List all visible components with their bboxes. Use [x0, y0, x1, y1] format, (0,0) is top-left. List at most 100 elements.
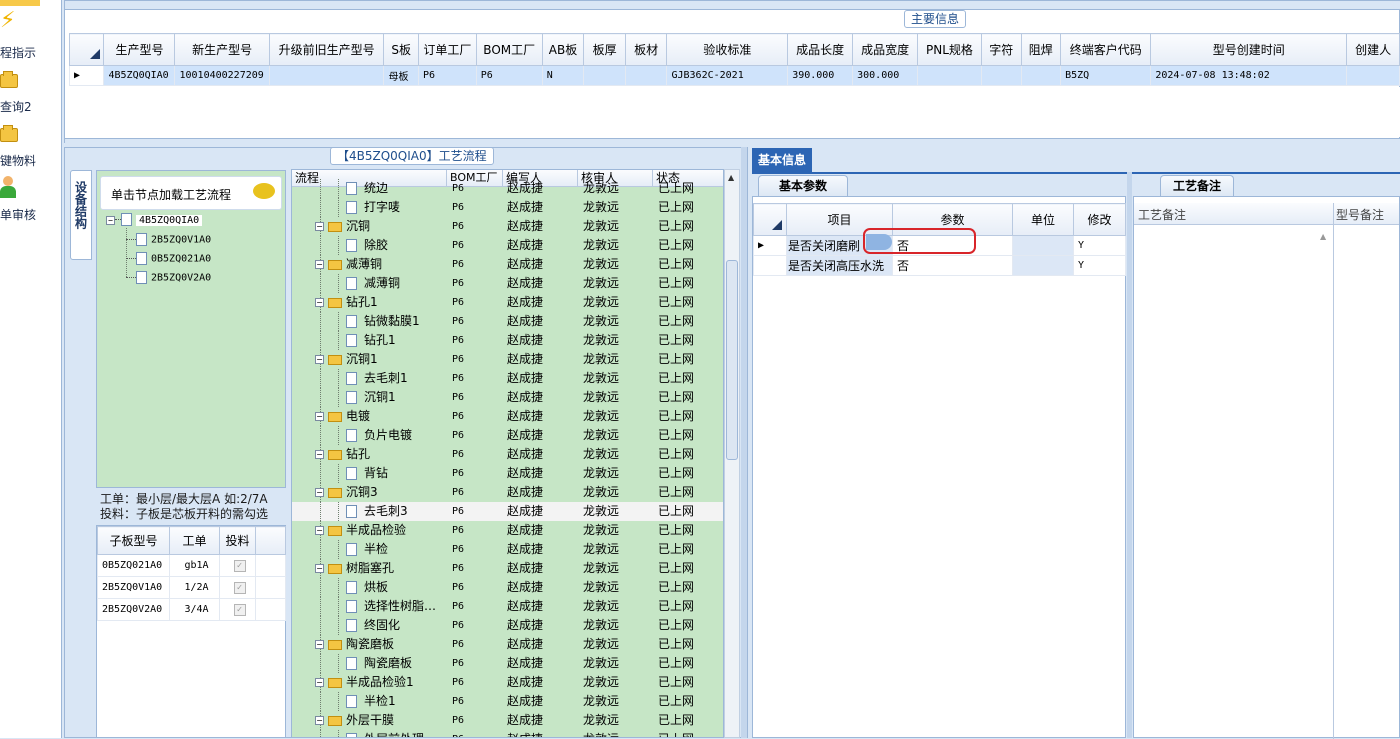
cell[interactable]: [980, 65, 1022, 86]
flow-row[interactable]: 去毛刺1 P6 赵成捷 龙敦远 已上网: [292, 369, 723, 388]
nav-item-key-material[interactable]: 键物料: [0, 152, 60, 169]
vertical-scrollbar[interactable]: ▲: [724, 169, 740, 738]
flow-row[interactable]: − 减薄铜 P6 赵成捷 龙敦远 已上网: [292, 255, 723, 274]
flow-row[interactable]: 减薄铜 P6 赵成捷 龙敦远 已上网: [292, 274, 723, 293]
flow-row[interactable]: 统边 P6 赵成捷 龙敦远 已上网: [292, 179, 723, 198]
cell[interactable]: 4B5ZQ0QIA0: [103, 65, 176, 86]
flow-row[interactable]: 背钻 P6 赵成捷 龙敦远 已上网: [292, 464, 723, 483]
cell[interactable]: 390.000: [787, 65, 854, 86]
flow-row[interactable]: 陶瓷磨板 P6 赵成捷 龙敦远 已上网: [292, 654, 723, 673]
column-header[interactable]: BOM工厂: [475, 33, 543, 66]
collapse-toggle[interactable]: −: [315, 716, 324, 725]
param-unit-cell[interactable]: [1012, 255, 1074, 276]
flow-row[interactable]: − 钻孔1 P6 赵成捷 龙敦远 已上网: [292, 293, 723, 312]
flow-row[interactable]: − 外层干膜 P6 赵成捷 龙敦远 已上网: [292, 711, 723, 730]
collapse-toggle[interactable]: −: [315, 355, 324, 364]
scrollbar-thumb[interactable]: [726, 260, 738, 460]
flow-row[interactable]: − 半成品检验1 P6 赵成捷 龙敦远 已上网: [292, 673, 723, 692]
table-row[interactable]: ▶ 4B5ZQ0QIA0 10010400227209 母板 P6 P6 N GJB362C…: [68, 65, 1400, 86]
flow-row[interactable]: 选择性树脂… P6 赵成捷 龙敦远 已上网: [292, 597, 723, 616]
column-header[interactable]: 工单: [169, 526, 220, 555]
cell[interactable]: P6: [417, 65, 477, 86]
cell[interactable]: [624, 65, 668, 86]
collapse-toggle[interactable]: −: [315, 564, 324, 573]
tab-process-notes[interactable]: 工艺备注: [1160, 175, 1234, 197]
tree-node[interactable]: 2B5ZQ0V2A0: [126, 271, 211, 284]
flow-row[interactable]: − 树脂塞孔 P6 赵成捷 龙敦远 已上网: [292, 559, 723, 578]
cell[interactable]: 10010400227209: [174, 65, 270, 86]
column-header[interactable]: 型号备注: [1336, 206, 1384, 223]
flow-row[interactable]: 去毛刺3 P6 赵成捷 龙敦远 已上网: [292, 502, 723, 521]
collapse-toggle[interactable]: −: [315, 678, 324, 687]
column-header[interactable]: 单位: [1012, 203, 1074, 236]
feed-checkbox[interactable]: ✓: [233, 559, 246, 572]
column-header[interactable]: 订单工厂: [417, 33, 477, 66]
tree-root-node[interactable]: −4B5ZQ0QIA0: [106, 213, 203, 226]
vertical-splitter[interactable]: [741, 147, 747, 738]
column-header[interactable]: S板: [383, 33, 419, 66]
column-header[interactable]: 投料: [219, 526, 256, 555]
nav-item-query2[interactable]: 查询2: [0, 98, 60, 115]
cell[interactable]: [583, 65, 626, 86]
flow-row[interactable]: 半检1 P6 赵成捷 龙敦远 已上网: [292, 692, 723, 711]
column-header[interactable]: 型号创建时间: [1150, 33, 1348, 66]
cell[interactable]: 母板: [383, 65, 419, 86]
column-header[interactable]: 验收标准: [666, 33, 789, 66]
cell[interactable]: [1020, 65, 1062, 86]
collapse-toggle[interactable]: −: [315, 450, 324, 459]
collapse-toggle[interactable]: −: [315, 526, 324, 535]
collapse-toggle[interactable]: −: [315, 640, 324, 649]
tree-node[interactable]: 2B5ZQ0V1A0: [126, 233, 211, 246]
cell[interactable]: N: [541, 65, 585, 86]
feed-checkbox[interactable]: ✓: [233, 581, 246, 594]
collapse-toggle[interactable]: −: [315, 488, 324, 497]
column-header[interactable]: 成品宽度: [852, 33, 919, 66]
flow-row[interactable]: − 半成品检验 P6 赵成捷 龙敦远 已上网: [292, 521, 723, 540]
cell[interactable]: [268, 65, 385, 86]
table-row[interactable]: 2B5ZQ0V2A0 3/4A ✓: [97, 598, 286, 621]
column-header[interactable]: 生产型号: [103, 33, 176, 66]
cell[interactable]: [1346, 65, 1400, 86]
nav-top-button[interactable]: [0, 0, 40, 6]
flow-row[interactable]: − 钻孔 P6 赵成捷 龙敦远 已上网: [292, 445, 723, 464]
column-header[interactable]: 终端客户代码: [1060, 33, 1152, 66]
flow-row[interactable]: − 陶瓷磨板 P6 赵成捷 龙敦远 已上网: [292, 635, 723, 654]
flow-row[interactable]: 沉铜1 P6 赵成捷 龙敦远 已上网: [292, 388, 723, 407]
flow-row[interactable]: 烘板 P6 赵成捷 龙敦远 已上网: [292, 578, 723, 597]
cell[interactable]: [917, 65, 982, 86]
cell[interactable]: B5ZQ: [1060, 65, 1152, 86]
collapse-toggle[interactable]: −: [315, 222, 324, 231]
feed-checkbox[interactable]: ✓: [233, 603, 246, 616]
table-row[interactable]: 0B5ZQ021A0 gb1A ✓: [97, 554, 286, 577]
column-header[interactable]: 字符: [980, 33, 1022, 66]
cell[interactable]: GJB362C-2021: [666, 65, 789, 86]
table-row[interactable]: 2B5ZQ0V1A0 1/2A ✓: [97, 576, 286, 599]
param-unit-cell[interactable]: [1012, 235, 1074, 256]
flow-row[interactable]: 负片电镀 P6 赵成捷 龙敦远 已上网: [292, 426, 723, 445]
param-modify-cell[interactable]: Y: [1073, 235, 1126, 256]
flow-row[interactable]: 钻孔1 P6 赵成捷 龙敦远 已上网: [292, 331, 723, 350]
flow-row[interactable]: 终固化 P6 赵成捷 龙敦远 已上网: [292, 616, 723, 635]
flow-row[interactable]: − 沉铜 P6 赵成捷 龙敦远 已上网: [292, 217, 723, 236]
nav-item-approval[interactable]: 单审核: [0, 206, 60, 223]
tab-device-structure[interactable]: 设备结构: [70, 170, 92, 260]
flow-row[interactable]: 打字唛 P6 赵成捷 龙敦远 已上网: [292, 198, 723, 217]
flow-row[interactable]: 外层前处理 P6 赵成捷 龙敦远 已上网: [292, 730, 723, 737]
sub-order-cell[interactable]: 1/2A: [169, 576, 220, 599]
column-header[interactable]: 子板型号: [97, 526, 170, 555]
flow-row[interactable]: 钻微黏膜1 P6 赵成捷 龙敦远 已上网: [292, 312, 723, 331]
param-modify-cell[interactable]: Y: [1073, 255, 1126, 276]
collapse-toggle[interactable]: −: [315, 260, 324, 269]
column-header[interactable]: 阻焊: [1020, 33, 1062, 66]
column-header[interactable]: 升级前旧生产型号: [268, 33, 385, 66]
column-header[interactable]: 成品长度: [787, 33, 854, 66]
tab-basic-info[interactable]: 基本信息: [752, 148, 813, 172]
vertical-splitter[interactable]: [1127, 172, 1132, 738]
sub-order-cell[interactable]: 3/4A: [169, 598, 220, 621]
tree-node[interactable]: 0B5ZQ021A0: [126, 252, 211, 265]
cell[interactable]: P6: [475, 65, 543, 86]
nav-item-process-instruction[interactable]: 程指示: [0, 44, 60, 61]
column-header[interactable]: 板厚: [583, 33, 626, 66]
column-header[interactable]: 创建人: [1346, 33, 1400, 66]
table-row[interactable]: 是否关闭高压水洗 否 Y: [753, 255, 1126, 276]
